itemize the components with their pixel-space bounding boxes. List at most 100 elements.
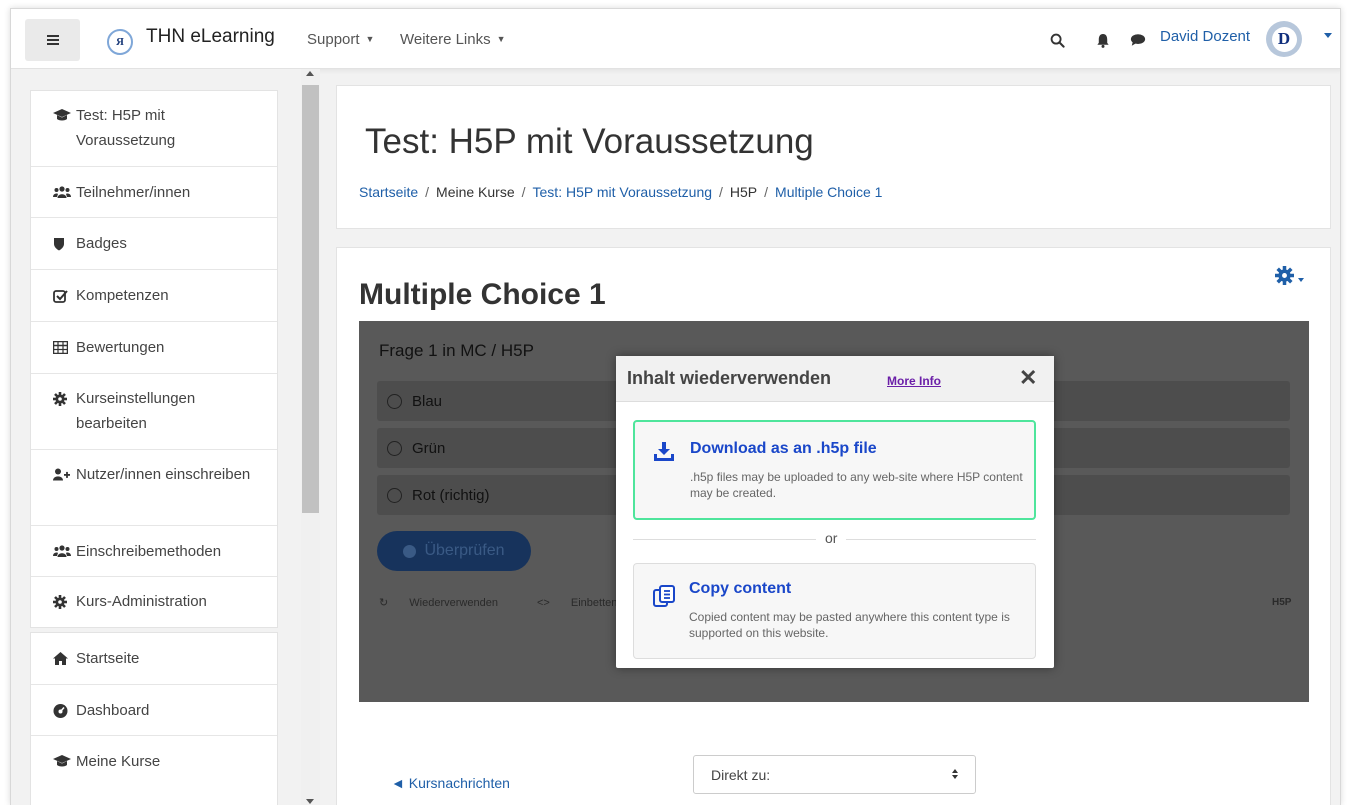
scroll-up-arrow-icon[interactable] (306, 71, 314, 76)
page-title: Test: H5P mit Voraussetzung (365, 122, 814, 161)
breadcrumb-activity[interactable]: Multiple Choice 1 (775, 184, 882, 200)
embed-label: Einbetten (570, 597, 618, 609)
support-menu[interactable]: Support ▼ (307, 31, 374, 48)
users-icon (53, 545, 76, 558)
sidebar-item-label: Kurseinstellungen bearbeiten (76, 390, 196, 432)
chat-bubble-icon[interactable] (1129, 31, 1147, 49)
activity-settings-menu[interactable] (1275, 266, 1304, 290)
h5p-logo[interactable]: H5P (1272, 597, 1291, 608)
sidebar-item-badges[interactable]: Badges (31, 218, 277, 270)
sidebar-item-enrol-methods[interactable]: Einschreibemethoden (31, 526, 277, 577)
avatar[interactable]: D (1266, 21, 1302, 57)
dashboard-icon (53, 704, 76, 718)
jump-to-select[interactable]: Direkt zu: (693, 755, 976, 794)
sidebar-item-label: Meine Kurse (76, 753, 161, 770)
scrollbar-thumb[interactable] (302, 85, 319, 513)
reuse-label: Wiederverwenden (409, 597, 498, 609)
answer-label: Blau (412, 392, 443, 410)
site-nav-group: Startseite Dashboard Meine Kurse (30, 632, 278, 805)
bell-icon[interactable] (1094, 31, 1112, 49)
menu-toggle-button[interactable] (25, 19, 80, 61)
breadcrumb-separator: / (425, 184, 430, 200)
sidebar-item-label: Bewertungen (76, 339, 165, 356)
breadcrumb-section: H5P (729, 184, 758, 200)
sidebar-item-label: Einschreibemethoden (76, 543, 222, 560)
close-icon[interactable]: ✕ (1019, 365, 1037, 391)
sidebar: Test: H5P mit Voraussetzung Teilnehmer/i… (11, 69, 301, 805)
caret-down-icon: ▼ (496, 34, 506, 44)
sidebar-item-dashboard[interactable]: Dashboard (31, 685, 277, 736)
weitere-links-menu-label: Weitere Links (400, 31, 491, 48)
sidebar-item-label: Test: H5P mit Voraussetzung (76, 107, 176, 149)
more-info-link[interactable]: More Info (887, 374, 941, 388)
radio-icon (387, 487, 402, 503)
sidebar-item-course-settings[interactable]: Kurseinstellungen bearbeiten (31, 374, 277, 450)
copy-icon (652, 584, 676, 613)
user-menu-caret-icon[interactable] (1324, 33, 1332, 38)
search-icon[interactable] (1048, 31, 1066, 49)
reuse-link[interactable]: ↻ Wiederverwenden (379, 597, 516, 609)
weitere-links-menu[interactable]: Weitere Links ▼ (400, 31, 506, 48)
code-icon: <> (537, 597, 553, 609)
thn-logo-icon[interactable]: Я (107, 29, 133, 55)
copy-option-title: Copy content (689, 580, 792, 597)
answer-label: Rot (richtig) (412, 486, 490, 504)
sidebar-item-enrol-users[interactable]: Nutzer/innen einschreiben (31, 450, 277, 526)
cog-icon (53, 595, 76, 609)
sidebar-item-label: Badges (76, 235, 127, 252)
browser-frame: Я THN eLearning Support ▼ Weitere Links ▼ … (10, 8, 1341, 805)
gear-icon (1275, 266, 1294, 290)
users-icon (53, 186, 76, 199)
cog-icon (53, 392, 76, 406)
jump-to-label: Direkt zu: (711, 766, 771, 783)
download-h5p-option[interactable]: Download as an .h5p file .h5p files may … (633, 420, 1036, 520)
question-text: Frage 1 in MC / H5P (379, 341, 534, 360)
h5p-actions-bar: ↻ Wiederverwenden <> Einbetten (379, 596, 653, 609)
copy-content-option[interactable]: Copy content Copied content may be paste… (633, 563, 1036, 659)
avatar-initial: D (1271, 26, 1297, 52)
sidebar-item-label: Teilnehmer/innen (76, 184, 191, 201)
sidebar-item-participants[interactable]: Teilnehmer/innen (31, 167, 277, 218)
answer-label: Grün (412, 439, 446, 457)
dialog-title: Inhalt wiederverwenden (627, 368, 832, 388)
breadcrumb: Startseite / Meine Kurse / Test: H5P mit Vor… (359, 184, 882, 200)
checkbox-icon (53, 289, 76, 303)
check-button[interactable]: Überprüfen (377, 531, 531, 571)
sidebar-item-grades[interactable]: Bewertungen (31, 322, 277, 374)
download-option-title: Download as an .h5p file (690, 440, 877, 457)
radio-icon (387, 393, 402, 409)
caret-down-icon (1298, 277, 1304, 282)
user-name[interactable]: David Dozent (1160, 28, 1250, 45)
page-header: Test: H5P mit Voraussetzung Startseite / M… (336, 85, 1331, 229)
shield-icon (53, 237, 76, 251)
table-icon (53, 341, 76, 354)
breadcrumb-course[interactable]: Test: H5P mit Voraussetzung (533, 184, 713, 200)
breadcrumb-separator: / (719, 184, 723, 200)
sidebar-scrollbar[interactable] (301, 69, 320, 805)
refresh-icon: ↻ (379, 597, 392, 609)
breadcrumb-my-courses: Meine Kurse (436, 184, 515, 200)
sidebar-item-course-admin[interactable]: Kurs-Administration (31, 577, 277, 627)
prev-activity-link[interactable]: ◄ Kursnachrichten (391, 775, 510, 791)
download-icon (653, 442, 675, 467)
site-brand[interactable]: THN eLearning (146, 26, 275, 48)
top-navbar: Я THN eLearning Support ▼ Weitere Links ▼ … (11, 9, 1340, 69)
sidebar-item-course[interactable]: Test: H5P mit Voraussetzung (31, 91, 277, 167)
breadcrumb-home[interactable]: Startseite (359, 184, 418, 200)
sidebar-item-my-courses[interactable]: Meine Kurse (31, 736, 277, 788)
sidebar-item-label: Startseite (76, 650, 140, 667)
dialog-header: Inhalt wiederverwenden More Info ✕ (616, 356, 1054, 402)
user-plus-icon (53, 468, 76, 481)
breadcrumb-separator: / (764, 184, 769, 200)
sidebar-item-label: Kompetenzen (76, 287, 169, 304)
sidebar-item-home[interactable]: Startseite (31, 633, 277, 685)
scroll-down-arrow-icon[interactable] (306, 799, 314, 804)
hamburger-icon (46, 39, 59, 41)
graduation-cap-icon (53, 109, 76, 122)
course-nav-group: Test: H5P mit Voraussetzung Teilnehmer/i… (30, 90, 278, 628)
sidebar-item-label: Dashboard (76, 702, 150, 719)
sidebar-item-competencies[interactable]: Kompetenzen (31, 270, 277, 322)
radio-icon (387, 440, 402, 456)
home-icon (53, 652, 76, 665)
breadcrumb-separator: / (521, 184, 526, 200)
